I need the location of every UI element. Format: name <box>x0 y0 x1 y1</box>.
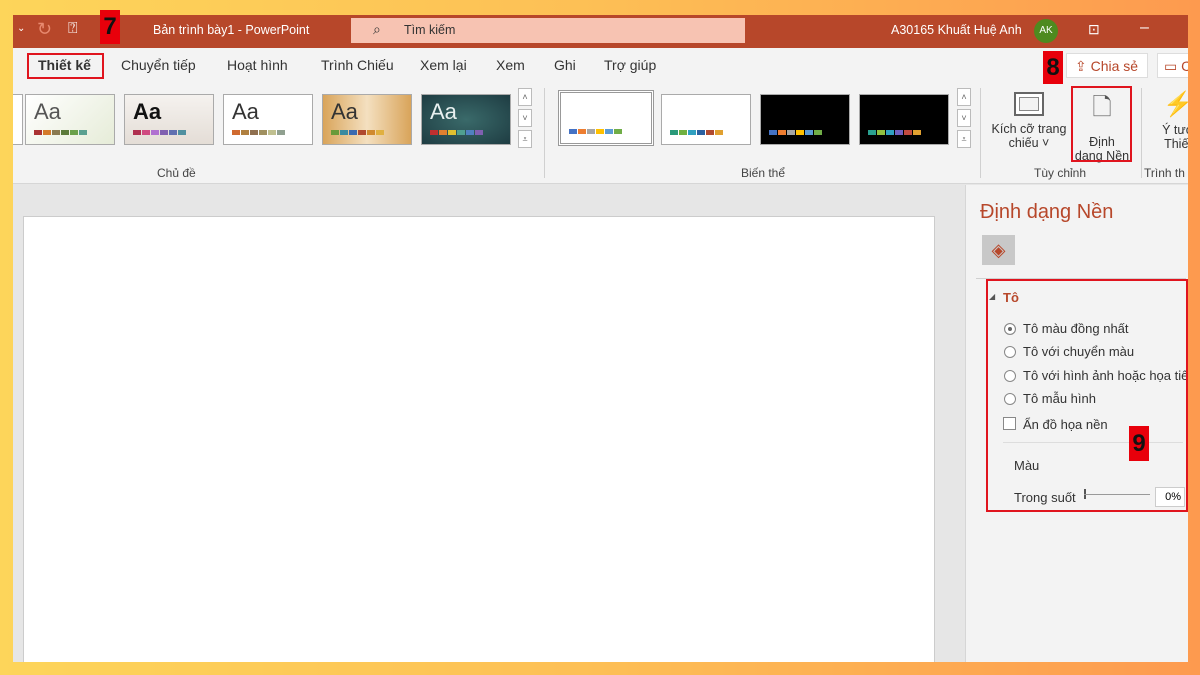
highlight-box-design-tab <box>27 53 104 79</box>
comments-label: C <box>1181 58 1188 74</box>
comment-icon: ▭ <box>1164 58 1182 74</box>
customize-group-label: Tùy chỉnh <box>1034 166 1087 180</box>
step-badge-7: 7 <box>100 10 120 44</box>
ribbon-display-icon[interactable]: ⊡ <box>1088 21 1100 38</box>
format-background-pane: Định dạng Nền ◈ ◢ Tô Tô màu đồng nhất Tô… <box>965 185 1188 662</box>
slide-size-button[interactable]: Kích cỡ trang chiếu ˅ <box>988 86 1070 161</box>
search-icon: ⌕ <box>373 21 381 37</box>
variant-thumb-1[interactable] <box>558 90 654 146</box>
share-icon: ⇪ <box>1075 58 1091 74</box>
tab-review[interactable]: Xem lại <box>420 57 467 73</box>
theme-sample: Aa <box>232 99 259 124</box>
share-button[interactable]: ⇪ Chia sẻ <box>1066 53 1148 78</box>
variants-scroll-down[interactable]: ˅ <box>957 109 971 127</box>
themes-group-label: Chủ đề <box>157 166 196 180</box>
tab-slideshow[interactable]: Trình Chiếu <box>321 57 394 73</box>
minimize-button[interactable]: – <box>1140 19 1149 37</box>
designer-icon: ⚡ <box>1163 91 1188 118</box>
search-box[interactable]: ⌕ Tìm kiếm <box>351 18 745 43</box>
slideshow-icon[interactable]: ⍰ <box>68 20 78 38</box>
tab-record[interactable]: Ghi <box>554 57 576 73</box>
slide-size-icon <box>1014 92 1044 116</box>
theme-sample: Aa <box>133 99 162 124</box>
redo-icon[interactable]: ↻ <box>37 19 52 40</box>
title-bar: ⌄ ↻ ⍰ Bản trình bày1 - PowerPoint ⌕ Tìm … <box>13 15 1188 48</box>
designer-label-2: Thiết <box>1164 137 1188 151</box>
fill-line-tab-icon[interactable]: ◈ <box>982 235 1015 265</box>
variants-scroll-up[interactable]: ˄ <box>957 88 971 106</box>
theme-thumb-4[interactable]: Aa <box>322 94 412 145</box>
avatar[interactable]: AK <box>1034 19 1058 43</box>
tab-help[interactable]: Trợ giúp <box>604 57 656 73</box>
theme-thumb-2[interactable]: Aa <box>124 94 214 145</box>
divider <box>544 88 545 178</box>
theme-thumb-5[interactable]: Aa <box>421 94 511 145</box>
tab-animations[interactable]: Hoạt hình <box>227 57 288 73</box>
slide-canvas[interactable] <box>23 216 935 662</box>
search-placeholder: Tìm kiếm <box>404 23 456 37</box>
tab-transitions[interactable]: Chuyển tiếp <box>121 57 196 73</box>
themes-more[interactable]: ⩡ <box>518 130 532 148</box>
variant-thumb-2[interactable] <box>661 94 751 145</box>
variants-group-label: Biến thể <box>741 166 786 180</box>
theme-thumb-3[interactable]: Aa <box>223 94 313 145</box>
ribbon-tabs: Thiết kế Chuyển tiếp Hoạt hình Trình Chi… <box>13 48 1188 84</box>
highlight-box-format-background <box>1071 86 1132 162</box>
ribbon: Aa Aa Aa Aa Aa ˄ ˅ ⩡ Chủ đề ˄ ˅ ⩡ Biến t… <box>13 84 1188 184</box>
qat-dropdown-icon[interactable]: ⌄ <box>17 23 25 34</box>
divider <box>980 88 981 178</box>
theme-sample: Aa <box>430 99 457 124</box>
document-title: Bản trình bày1 - PowerPoint <box>153 23 310 37</box>
designer-label: Ý tưở <box>1162 123 1188 137</box>
powerpoint-window: ⌄ ↻ ⍰ Bản trình bày1 - PowerPoint ⌕ Tìm … <box>13 15 1188 662</box>
highlight-box-fill-options <box>986 279 1188 512</box>
comments-button[interactable]: ▭ C <box>1157 53 1188 78</box>
theme-sample: Aa <box>34 99 61 124</box>
themes-scroll-down[interactable]: ˅ <box>518 109 532 127</box>
theme-thumb-office[interactable] <box>13 94 23 145</box>
variants-more[interactable]: ⩡ <box>957 130 971 148</box>
slide-size-label: Kích cỡ trang <box>991 122 1067 136</box>
designer-button[interactable]: ⚡ Ý tưở Thiết <box>1153 86 1188 151</box>
themes-scroll-up[interactable]: ˄ <box>518 88 532 106</box>
variant-thumb-4[interactable] <box>859 94 949 145</box>
step-badge-8: 8 <box>1043 51 1063 84</box>
share-label: Chia sẻ <box>1090 58 1139 74</box>
user-name: A30165 Khuất Huệ Anh <box>891 23 1022 37</box>
step-badge-9: 9 <box>1129 426 1149 461</box>
theme-thumb-1[interactable]: Aa <box>25 94 115 145</box>
variant-thumb-3[interactable] <box>760 94 850 145</box>
tab-view[interactable]: Xem <box>496 57 525 73</box>
pane-title: Định dạng Nền <box>980 201 1114 223</box>
theme-sample: Aa <box>331 99 358 124</box>
divider <box>1141 88 1142 178</box>
slide-size-label-2: chiếu ˅ <box>1008 136 1050 150</box>
designer-group-label: Trình th <box>1144 166 1185 180</box>
